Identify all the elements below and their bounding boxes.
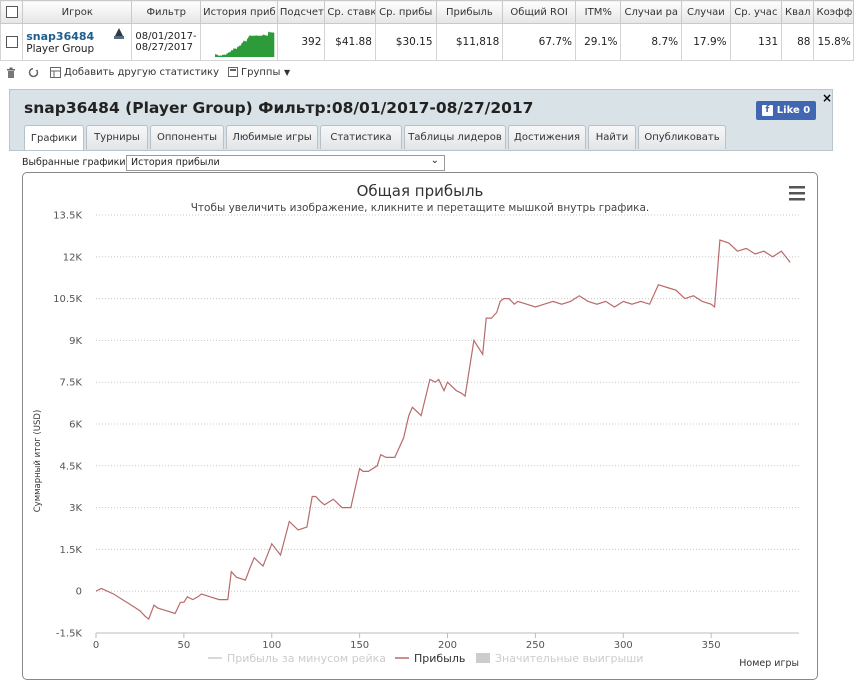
- col-header-qual[interactable]: Квал: [781, 0, 815, 24]
- avg-stake-cell: $41.88: [324, 23, 376, 61]
- cases-b-cell: 17.9%: [681, 23, 731, 61]
- filter-to: 08/27/2017: [135, 42, 194, 53]
- close-panel-button[interactable]: ×: [822, 91, 832, 105]
- add-stat-link[interactable]: Добавить другую статистику: [64, 67, 219, 78]
- y-tick-label: 7.5K: [60, 378, 83, 389]
- profit-chart[interactable]: Общая прибыль Чтобы увеличить изображени…: [23, 173, 817, 679]
- add-stat-icon[interactable]: [50, 67, 61, 81]
- y-tick-label: 6K: [69, 420, 82, 431]
- facebook-like-label: Like 0: [776, 105, 811, 116]
- col-header-coef[interactable]: Коэфф: [813, 0, 854, 24]
- y-tick-label: 12K: [63, 252, 83, 263]
- x-tick-label: 250: [526, 640, 545, 651]
- chart-title: Общая прибыль: [357, 182, 484, 200]
- tab-statistics[interactable]: Статистика: [320, 125, 402, 149]
- col-header-avg-stake[interactable]: Ср. ставк: [324, 0, 376, 24]
- chart-select[interactable]: История прибыли ⌄: [126, 155, 445, 171]
- facebook-like-button[interactable]: f Like 0: [756, 101, 816, 120]
- col-header-player[interactable]: Игрок: [22, 0, 133, 24]
- col-header-profit[interactable]: Прибыль: [435, 0, 504, 24]
- row-checkbox[interactable]: [5, 36, 18, 48]
- x-tick-label: 200: [438, 640, 457, 651]
- network-logo-icon: [114, 28, 125, 39]
- profit-sparkline: [215, 31, 275, 57]
- y-tick-label: 4.5K: [60, 461, 83, 472]
- count-cell: 392: [276, 23, 326, 61]
- header-select-all[interactable]: [0, 0, 24, 24]
- y-axis-label: Суммарный итог (USD): [33, 410, 43, 513]
- x-tick-label: 350: [702, 640, 721, 651]
- tab-tournaments[interactable]: Турниры: [86, 125, 148, 149]
- col-header-cases-a[interactable]: Случаи ра: [620, 0, 683, 24]
- profit-cell: $11,818: [435, 23, 504, 61]
- y-tick-label: 1.5K: [60, 545, 83, 556]
- table-header-row: Игрок Фильтр История приб Подсчет Ср. ст…: [0, 0, 854, 24]
- col-header-roi[interactable]: Общий ROI: [502, 0, 577, 24]
- avg-field-cell: 131: [729, 23, 783, 61]
- tab-leaderboards[interactable]: Таблицы лидеров: [404, 125, 506, 149]
- col-header-filter[interactable]: Фильтр: [131, 0, 202, 24]
- x-tick-label: 50: [178, 640, 191, 651]
- tab-opponents[interactable]: Оппоненты: [150, 125, 224, 149]
- chart-select-label: Выбранные графики:: [22, 157, 129, 168]
- x-tick-label: 0: [93, 640, 99, 651]
- chart-subtitle: Чтобы увеличить изображение, кликните и …: [191, 202, 650, 214]
- stats-table: Игрок Фильтр История приб Подсчет Ср. ст…: [0, 0, 854, 61]
- player-cell: snap36484 Player Group: [22, 23, 133, 61]
- coef-cell: 15.8%: [813, 23, 854, 61]
- groups-caret-icon[interactable]: ▼: [284, 68, 290, 77]
- y-tick-label: 10.5K: [53, 294, 82, 305]
- player-detail-panel: snap36484 (Player Group) Фильтр:08/01/20…: [9, 89, 833, 151]
- y-tick-label: 0: [76, 587, 82, 598]
- refresh-icon[interactable]: [28, 67, 39, 81]
- chart-container[interactable]: Общая прибыль Чтобы увеличить изображени…: [22, 172, 818, 680]
- tab-favorite-games[interactable]: Любимые игры: [226, 125, 318, 149]
- row-select-cell[interactable]: [0, 23, 24, 61]
- panel-title: snap36484 (Player Group) Фильтр:08/01/20…: [24, 99, 534, 117]
- player-network: Player Group: [26, 42, 95, 55]
- legend-item-2[interactable]: Значительные выигрыши: [495, 652, 643, 665]
- history-sparkline-cell: [200, 23, 278, 61]
- filter-from: 08/01/2017-: [135, 31, 197, 42]
- groups-icon[interactable]: [228, 67, 238, 80]
- col-header-avg-field[interactable]: Ср. учас: [729, 0, 783, 24]
- y-tick-label: 3K: [69, 503, 82, 514]
- filter-cell: 08/01/2017- 08/27/2017: [131, 23, 202, 61]
- facebook-icon: f: [761, 105, 773, 116]
- select-all-checkbox[interactable]: [5, 6, 18, 18]
- tab-find[interactable]: Найти: [588, 125, 636, 149]
- groups-dropdown[interactable]: Группы: [241, 67, 280, 78]
- col-header-history[interactable]: История приб: [200, 0, 278, 24]
- col-header-count[interactable]: Подсчет: [276, 0, 326, 24]
- legend-item-1[interactable]: Прибыль: [414, 652, 465, 665]
- y-tick-label: 13.5K: [53, 211, 82, 222]
- tab-charts[interactable]: Графики: [24, 125, 84, 150]
- legend-item-0[interactable]: Прибыль за минусом рейка: [227, 652, 386, 665]
- x-tick-label: 150: [350, 640, 369, 651]
- col-header-avg-profit[interactable]: Ср. прибы: [374, 0, 437, 24]
- roi-cell: 67.7%: [502, 23, 577, 61]
- tab-publish[interactable]: Опубликовать: [638, 125, 726, 149]
- hamburger-menu-icon[interactable]: [789, 186, 805, 201]
- cases-a-cell: 8.7%: [620, 23, 683, 61]
- chevron-down-icon: ⌄: [430, 155, 439, 166]
- y-tick-label: 9K: [69, 336, 82, 347]
- col-header-cases-b[interactable]: Случаи: [681, 0, 731, 24]
- col-header-itm[interactable]: ITM%: [575, 0, 622, 24]
- trash-icon[interactable]: [6, 67, 16, 81]
- itm-cell: 29.1%: [575, 23, 622, 61]
- table-row: snap36484 Player Group 08/01/2017- 08/27…: [0, 23, 854, 61]
- stats-toolbar: Добавить другую статистику Группы ▼: [0, 63, 854, 83]
- y-tick-label: -1.5K: [56, 629, 83, 640]
- avg-profit-cell: $30.15: [374, 23, 437, 61]
- qual-cell: 88: [781, 23, 815, 61]
- legend-swatch-significant-wins: [476, 653, 490, 663]
- series-line-profit[interactable]: [95, 239, 791, 621]
- chart-select-value: История прибыли: [131, 157, 220, 168]
- x-tick-label: 100: [262, 640, 281, 651]
- tab-achievements[interactable]: Достижения: [508, 125, 586, 149]
- x-tick-label: 300: [614, 640, 633, 651]
- x-axis-label: Номер игры: [739, 658, 799, 669]
